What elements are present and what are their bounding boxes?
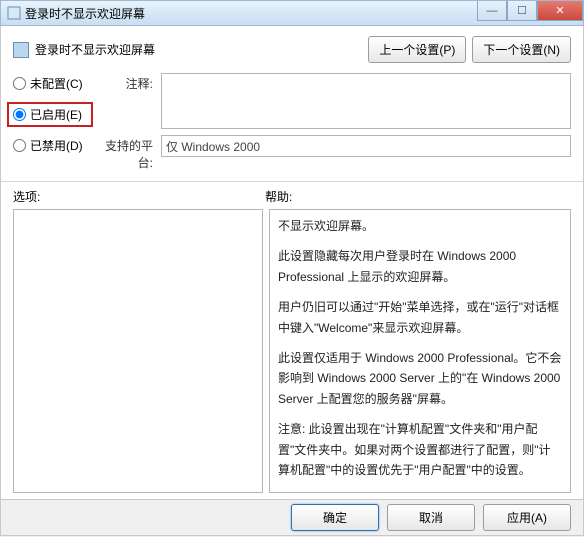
radio-not-configured-input[interactable] xyxy=(13,77,26,90)
policy-icon xyxy=(7,6,21,20)
close-button[interactable]: ✕ xyxy=(537,1,583,21)
window-controls: — ☐ ✕ xyxy=(477,1,583,21)
panes: 不显示欢迎屏幕。 此设置隐藏每次用户登录时在 Windows 2000 Prof… xyxy=(13,209,571,493)
help-p3: 用户仍旧可以通过"开始"菜单选择，或在"运行"对话框中键入"Welcome"来显… xyxy=(278,297,562,338)
window-title: 登录时不显示欢迎屏幕 xyxy=(25,5,145,22)
comment-label: 注释: xyxy=(93,73,153,92)
content-area: 登录时不显示欢迎屏幕 上一个设置(P) 下一个设置(N) 未配置(C) 已启用(… xyxy=(0,26,584,500)
help-p2: 此设置隐藏每次用户登录时在 Windows 2000 Professional … xyxy=(278,246,562,287)
radio-disabled-input[interactable] xyxy=(13,139,26,152)
ok-button[interactable]: 确定 xyxy=(291,504,379,531)
radio-enabled-label: 已启用(E) xyxy=(30,106,82,123)
help-p5: 注意: 此设置出现在"计算机配置"文件夹和"用户配置"文件夹中。如果对两个设置都… xyxy=(278,419,562,480)
pane-headers: 选项: 帮助: xyxy=(13,188,571,205)
options-pane[interactable] xyxy=(13,209,263,493)
radio-disabled-label: 已禁用(D) xyxy=(30,137,83,154)
radio-disabled[interactable]: 已禁用(D) xyxy=(13,137,93,154)
config-row: 未配置(C) 已启用(E) 已禁用(D) 注释: 支持的平台: 仅 Window… xyxy=(13,73,571,171)
supported-platform-field: 仅 Windows 2000 xyxy=(161,135,571,157)
options-label: 选项: xyxy=(13,188,265,205)
policy-name: 登录时不显示欢迎屏幕 xyxy=(35,41,155,58)
comment-input[interactable] xyxy=(161,73,571,129)
title-bar: 登录时不显示欢迎屏幕 — ☐ ✕ xyxy=(0,0,584,26)
prev-setting-button[interactable]: 上一个设置(P) xyxy=(368,36,466,63)
help-p1: 不显示欢迎屏幕。 xyxy=(278,216,562,236)
radio-enabled-input[interactable] xyxy=(13,108,26,121)
cancel-button[interactable]: 取消 xyxy=(387,504,475,531)
help-pane[interactable]: 不显示欢迎屏幕。 此设置隐藏每次用户登录时在 Windows 2000 Prof… xyxy=(269,209,571,493)
policy-item-icon xyxy=(13,42,29,58)
radio-not-configured-label: 未配置(C) xyxy=(30,75,83,92)
help-p4: 此设置仅适用于 Windows 2000 Professional。它不会影响到… xyxy=(278,348,562,409)
header-row: 登录时不显示欢迎屏幕 上一个设置(P) 下一个设置(N) xyxy=(13,36,571,63)
state-radios: 未配置(C) 已启用(E) 已禁用(D) xyxy=(13,73,93,154)
help-p6: 提示: 若要显示欢迎屏幕，请单击"开始"，然后依次指向"程序"、"附件"、"系统… xyxy=(278,490,562,493)
supported-label: 支持的平台: xyxy=(93,135,153,171)
maximize-button[interactable]: ☐ xyxy=(507,1,537,21)
apply-button[interactable]: 应用(A) xyxy=(483,504,571,531)
help-label: 帮助: xyxy=(265,188,292,205)
separator xyxy=(1,181,583,182)
radio-not-configured[interactable]: 未配置(C) xyxy=(13,75,93,92)
next-setting-button[interactable]: 下一个设置(N) xyxy=(472,36,571,63)
radio-enabled[interactable]: 已启用(E) xyxy=(7,102,93,127)
button-bar: 确定 取消 应用(A) xyxy=(0,500,584,536)
minimize-button[interactable]: — xyxy=(477,1,507,21)
